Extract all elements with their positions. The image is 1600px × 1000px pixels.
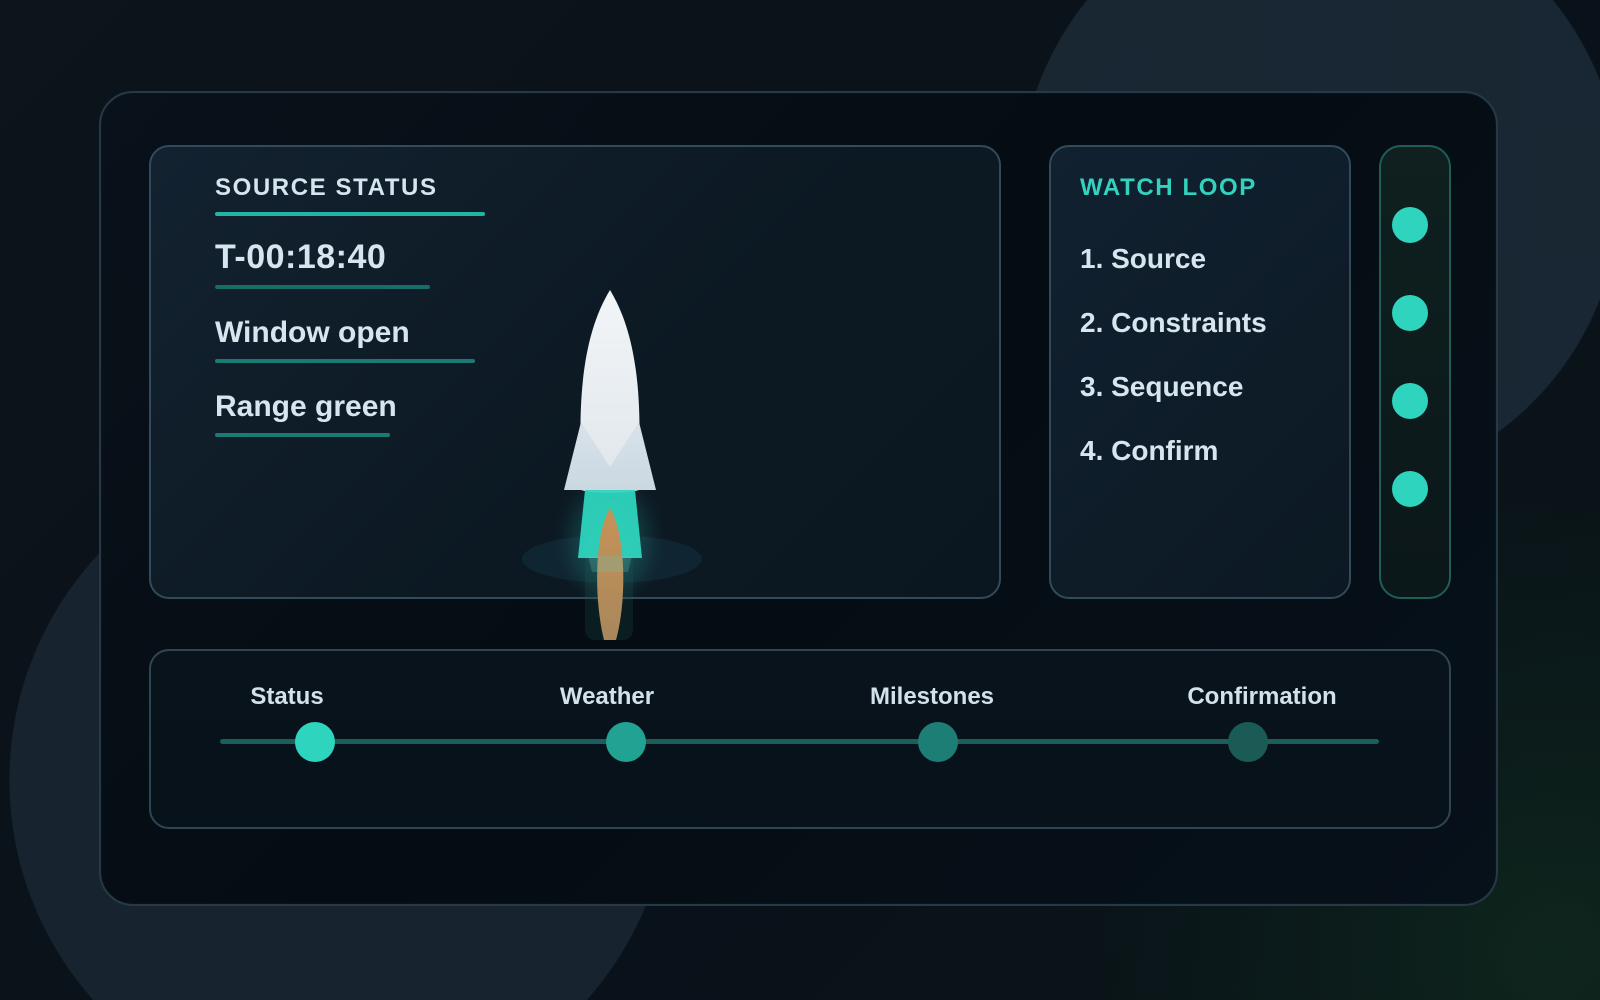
countdown-underline	[215, 285, 430, 289]
rocket-icon	[522, 290, 702, 640]
timeline-label-weather: Weather	[559, 683, 655, 710]
timeline-node-icon	[606, 722, 646, 762]
timeline-label-confirmation: Confirmation	[1187, 683, 1337, 710]
timeline-label-status: Status	[250, 683, 324, 710]
status-dot-icon	[1392, 295, 1428, 331]
timeline-label-milestones: Milestones	[869, 683, 995, 710]
watch-loop-title: WATCH LOOP	[1080, 174, 1257, 201]
watch-loop-item-confirm: 4. Confirm	[1080, 435, 1219, 466]
range-status-underline	[215, 433, 390, 437]
status-dot-icon	[1392, 207, 1428, 243]
window-status-underline	[215, 359, 475, 363]
timeline-node-icon	[1228, 722, 1268, 762]
watch-loop-item-source: 1. Source	[1080, 243, 1207, 274]
status-dot-icon	[1392, 383, 1428, 419]
watch-loop-item-constraints: 2. Constraints	[1080, 307, 1267, 338]
source-status-title: SOURCE STATUS	[215, 174, 438, 201]
timeline-node-icon	[295, 722, 335, 762]
range-status-text: Range green	[215, 390, 397, 423]
watch-loop-item-sequence: 3. Sequence	[1080, 371, 1244, 402]
countdown-text: T-00:18:40	[215, 238, 387, 276]
window-status-text: Window open	[215, 316, 410, 349]
timeline-node-icon	[918, 722, 958, 762]
source-status-underline	[215, 212, 485, 216]
timeline-track	[220, 739, 1379, 744]
status-dot-icon	[1392, 471, 1428, 507]
